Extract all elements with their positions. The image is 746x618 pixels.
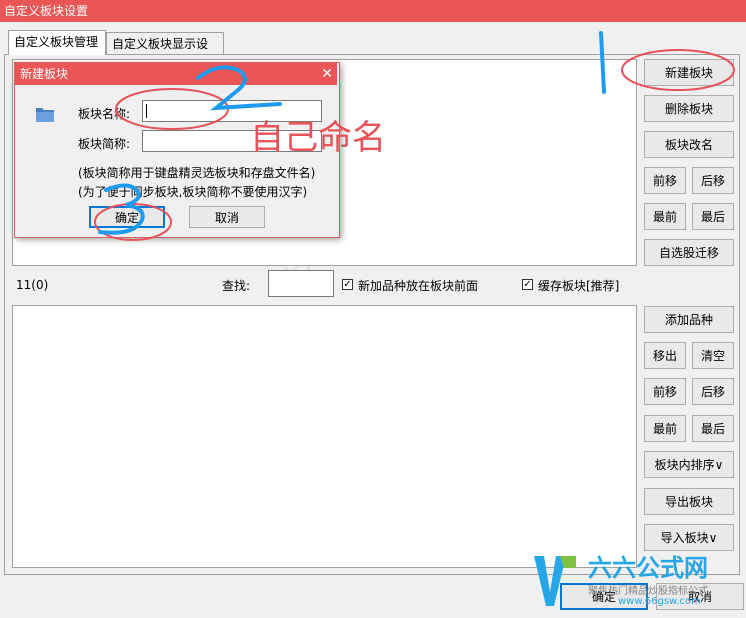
item-move-up-button[interactable]: 前移 — [644, 378, 686, 405]
folder-icon — [34, 103, 56, 125]
rename-block-button[interactable]: 板块改名 — [644, 131, 734, 158]
cache-block-checkbox[interactable]: ✓ — [522, 279, 533, 290]
item-move-down-button[interactable]: 后移 — [692, 378, 734, 405]
abbr-note-1: (板块简称用于键盘精灵选板块和存盘文件名) — [78, 166, 316, 180]
tab-block-management[interactable]: 自定义板块管理 — [8, 30, 106, 55]
sort-in-block-button[interactable]: 板块内排序∨ — [644, 451, 734, 478]
tab-block-display-settings[interactable]: 自定义板块显示设置 — [106, 32, 224, 73]
block-to-bottom-button[interactable]: 最后 — [692, 203, 734, 230]
remove-item-button[interactable]: 移出 — [644, 342, 686, 369]
block-move-up-button[interactable]: 前移 — [644, 167, 686, 194]
search-input[interactable] — [268, 270, 334, 297]
block-abbr-input[interactable] — [142, 130, 322, 152]
cache-block-label: 缓存板块[推荐] — [538, 279, 620, 293]
dialog-title: 新建板块 — [15, 63, 337, 85]
clear-items-button[interactable]: 清空 — [692, 342, 734, 369]
search-label: 查找: — [222, 279, 251, 293]
block-abbr-label: 板块简称: — [78, 137, 131, 151]
abbr-note-2: (为了便于同步板块,板块简称不要使用汉字) — [78, 185, 308, 199]
new-items-front-checkbox[interactable]: ✓ — [342, 279, 353, 290]
brand-url: www.66gsw.com — [618, 596, 701, 607]
item-to-top-button[interactable]: 最前 — [644, 415, 686, 442]
close-icon[interactable]: ✕ — [321, 66, 333, 82]
brand-watermark: 六六公式网 聚焦热门精品炒股指标公式 www.66gsw.com — [530, 548, 740, 612]
delete-block-button[interactable]: 删除板块 — [644, 95, 734, 122]
text-cursor — [146, 104, 147, 118]
brand-logo-icon — [530, 548, 580, 608]
dialog-ok-button[interactable]: 确定 — [89, 206, 165, 228]
block-to-top-button[interactable]: 最前 — [644, 203, 686, 230]
new-block-button[interactable]: 新建板块 — [644, 59, 734, 86]
brand-slogan: 聚焦热门精品炒股指标公式 — [588, 586, 708, 597]
new-items-front-label: 新加品种放在板块前面 — [358, 279, 479, 293]
block-move-down-button[interactable]: 后移 — [692, 167, 734, 194]
block-name-label: 板块名称: — [78, 107, 131, 121]
new-block-dialog: 新建板块 ✕ 板块名称: 板块简称: (板块简称用于键盘精灵选板块和存盘文件名)… — [14, 62, 340, 238]
import-block-button[interactable]: 导入板块∨ — [644, 524, 734, 551]
add-item-button[interactable]: 添加品种 — [644, 306, 734, 333]
window-title: 自定义板块设置 — [0, 0, 746, 22]
migrate-watchlist-button[interactable]: 自选股迁移 — [644, 239, 734, 266]
stock-list[interactable] — [12, 305, 637, 568]
brand-name: 六六公式网 — [588, 554, 708, 582]
export-block-button[interactable]: 导出板块 — [644, 488, 734, 515]
item-to-bottom-button[interactable]: 最后 — [692, 415, 734, 442]
block-name-input[interactable] — [142, 100, 322, 122]
item-count: 11(0) — [16, 278, 49, 292]
dialog-cancel-button[interactable]: 取消 — [189, 206, 265, 228]
